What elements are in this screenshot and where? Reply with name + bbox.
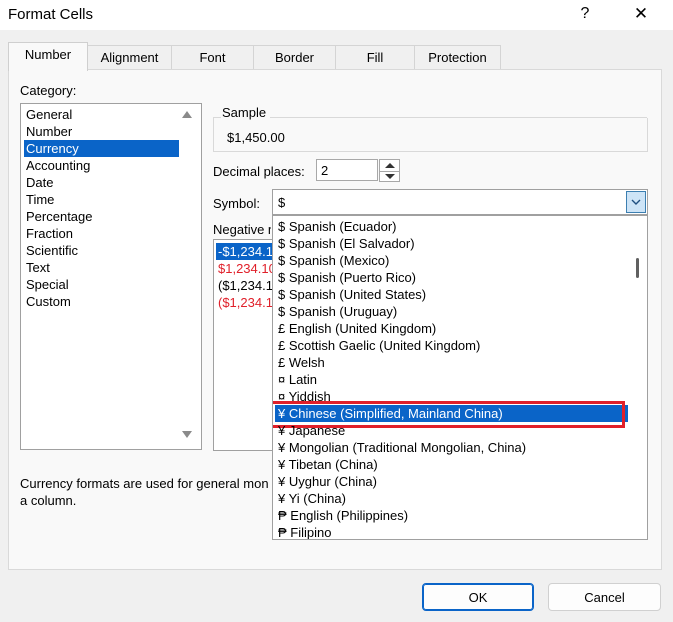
category-item-custom[interactable]: Custom <box>24 293 179 310</box>
category-item-special[interactable]: Special <box>24 276 179 293</box>
symbol-option-selected[interactable]: ¥ Chinese (Simplified, Mainland China) <box>273 401 628 428</box>
symbol-option[interactable]: £ English (United Kingdom) <box>275 320 628 337</box>
category-item-fraction[interactable]: Fraction <box>24 225 179 242</box>
category-item-general[interactable]: General <box>24 106 179 123</box>
symbol-option[interactable]: ¥ Uyghur (China) <box>275 473 628 490</box>
symbol-option[interactable]: £ Scottish Gaelic (United Kingdom) <box>275 337 628 354</box>
tab-number[interactable]: Number <box>8 42 88 71</box>
symbol-option[interactable]: ¥ Yi (China) <box>275 490 628 507</box>
scroll-up-icon[interactable] <box>182 111 192 118</box>
ok-button[interactable]: OK <box>422 583 534 611</box>
category-item-currency[interactable]: Currency <box>24 140 179 157</box>
symbol-option[interactable]: ₱ English (Philippines) <box>275 507 628 524</box>
symbol-option[interactable]: $ Spanish (Ecuador) <box>275 218 628 235</box>
tab-protection[interactable]: Protection <box>414 45 501 70</box>
close-button[interactable]: ✕ <box>624 2 658 26</box>
category-label: Category: <box>20 83 77 98</box>
tab-fill[interactable]: Fill <box>335 45 415 70</box>
spin-down-icon <box>385 174 395 179</box>
symbol-option[interactable]: $ Spanish (United States) <box>275 286 628 303</box>
category-item-time[interactable]: Time <box>24 191 179 208</box>
symbol-option[interactable]: ¤ Latin <box>275 371 628 388</box>
symbol-dropdown-button[interactable] <box>626 191 646 213</box>
symbol-option[interactable]: $ Spanish (El Salvador) <box>275 235 628 252</box>
sample-label: Sample <box>222 105 267 120</box>
sample-border-left <box>213 117 221 118</box>
tab-border[interactable]: Border <box>253 45 336 70</box>
category-list[interactable]: General Number Currency Accounting Date … <box>20 103 202 450</box>
category-item-scientific[interactable]: Scientific <box>24 242 179 259</box>
symbol-option[interactable]: $ Spanish (Uruguay) <box>275 303 628 320</box>
tab-font[interactable]: Font <box>171 45 254 70</box>
symbol-label: Symbol: <box>213 196 260 211</box>
spin-down-button[interactable] <box>380 171 399 182</box>
symbol-option[interactable]: ¥ Japanese <box>275 422 628 439</box>
symbol-select[interactable]: $ <box>272 189 648 215</box>
symbol-option[interactable]: ¥ Tibetan (China) <box>275 456 628 473</box>
symbol-option[interactable]: $ Spanish (Mexico) <box>275 252 628 269</box>
sample-value: $1,450.00 <box>227 130 285 145</box>
description-line-1: Currency formats are used for general mo… <box>20 476 269 491</box>
decimal-places-input[interactable]: 2 <box>316 159 378 181</box>
spin-up-icon <box>385 163 395 168</box>
dialog-title: Format Cells <box>8 6 94 23</box>
tab-alignment[interactable]: Alignment <box>87 45 172 70</box>
dropdown-scroll-thumb[interactable] <box>636 258 639 278</box>
dropdown-scrollbar[interactable] <box>630 216 647 539</box>
category-item-number[interactable]: Number <box>24 123 179 140</box>
symbol-option[interactable]: $ Spanish (Puerto Rico) <box>275 269 628 286</box>
category-item-accounting[interactable]: Accounting <box>24 157 179 174</box>
help-button[interactable]: ? <box>571 2 599 26</box>
scroll-down-icon[interactable] <box>182 431 192 438</box>
decimal-places-spinner[interactable] <box>379 159 400 182</box>
symbol-option[interactable]: ¥ Mongolian (Traditional Mongolian, Chin… <box>275 439 628 456</box>
symbol-selected-value: $ <box>278 195 286 210</box>
symbol-dropdown-list[interactable]: $ Spanish (Ecuador) $ Spanish (El Salvad… <box>272 215 648 540</box>
decimal-places-label: Decimal places: <box>213 164 305 179</box>
cancel-button[interactable]: Cancel <box>548 583 661 611</box>
description-line-2: a column. <box>20 493 77 508</box>
sample-border-right <box>270 117 647 118</box>
category-item-date[interactable]: Date <box>24 174 179 191</box>
symbol-option[interactable]: ¤ Yiddish <box>275 388 628 405</box>
category-item-text[interactable]: Text <box>24 259 179 276</box>
negative-numbers-label: Negative n <box>213 222 271 237</box>
symbol-option[interactable]: ₱ Filipino <box>275 524 628 539</box>
symbol-option[interactable]: £ Welsh <box>275 354 628 371</box>
chevron-down-icon <box>631 199 641 205</box>
category-item-percentage[interactable]: Percentage <box>24 208 179 225</box>
symbol-option-selected-label: ¥ Chinese (Simplified, Mainland China) <box>278 406 503 421</box>
